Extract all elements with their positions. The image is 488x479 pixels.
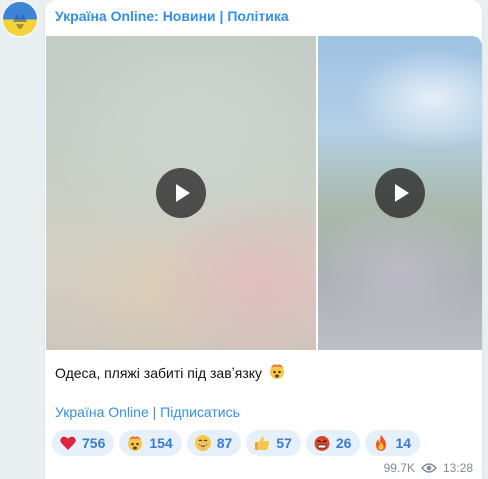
exploding-head-icon [268, 362, 286, 383]
reaction-count: 756 [82, 435, 106, 451]
link-row: Україна Online | Підписатись [55, 404, 240, 420]
message-scene: Україна Online: Новини | Політика Одеса,… [0, 0, 488, 479]
angry-face-icon [314, 436, 330, 451]
reaction-angry[interactable]: 26 [305, 430, 361, 456]
subscribe-link[interactable]: Підписатись [160, 404, 240, 420]
reaction-count: 14 [395, 435, 412, 451]
channel-avatar[interactable] [1, 0, 39, 38]
reactions-bar: 756 154 87 57 26 14 [52, 430, 421, 456]
reaction-exploding-head[interactable]: 154 [119, 430, 182, 456]
heart-icon [60, 436, 76, 450]
reaction-count: 87 [216, 435, 233, 451]
message-bubble: Україна Online: Новини | Політика Одеса,… [45, 0, 482, 479]
play-icon[interactable] [375, 168, 425, 218]
thumbs-up-icon [255, 436, 270, 450]
views-count: 99.7K [383, 461, 415, 475]
reaction-fire[interactable]: 14 [365, 430, 421, 456]
message-caption: Одеса, пляжі забиті під завʼязку [55, 362, 286, 383]
reaction-heart[interactable]: 756 [52, 430, 115, 456]
reaction-count: 154 [149, 435, 173, 451]
reaction-grinning[interactable]: 87 [186, 430, 242, 456]
ukraine-flag-avatar-icon [13, 14, 27, 29]
video-thumbnail-1[interactable] [46, 36, 316, 350]
caption-text: Одеса, пляжі забиті під завʼязку [55, 365, 263, 381]
play-icon[interactable] [156, 168, 206, 218]
reaction-count: 26 [335, 435, 352, 451]
grinning-face-icon [194, 435, 211, 451]
channel-name[interactable]: Україна Online: Новини | Політика [55, 8, 289, 24]
link-separator: | [148, 404, 161, 420]
video-thumbnail-2[interactable] [318, 36, 482, 350]
exploding-head-icon [128, 436, 143, 451]
reaction-count: 57 [276, 435, 292, 451]
channel-link[interactable]: Україна Online [55, 404, 149, 420]
fire-icon [376, 435, 387, 451]
reaction-thumbs-up[interactable]: 57 [246, 430, 301, 456]
message-meta: 99.7K 13:28 [384, 461, 473, 475]
message-time: 13:28 [442, 461, 473, 475]
eye-icon [420, 463, 437, 473]
